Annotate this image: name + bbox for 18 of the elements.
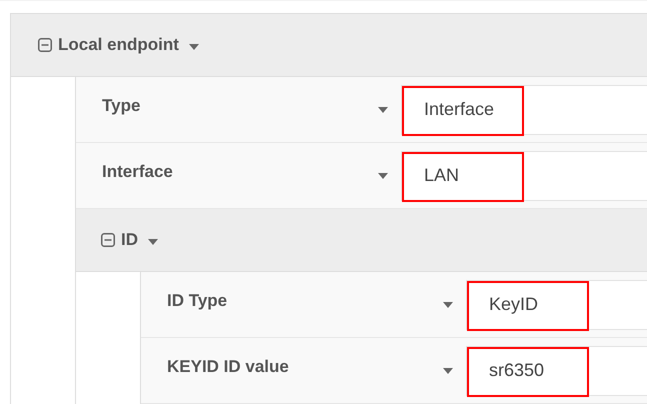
field-label: ID Type — [167, 291, 228, 311]
collapse-icon[interactable] — [38, 38, 52, 52]
input-field[interactable]: Interface — [401, 84, 647, 134]
caret-icon[interactable] — [188, 44, 199, 50]
caret-icon[interactable] — [443, 368, 453, 374]
caret-icon[interactable] — [378, 172, 388, 178]
input-field[interactable]: KeyID — [466, 280, 647, 330]
section-title[interactable]: ID — [121, 230, 138, 250]
field-label: Type — [102, 96, 142, 116]
section-title[interactable]: Local endpoint — [58, 35, 179, 55]
collapse-icon[interactable] — [101, 233, 115, 247]
input-field[interactable]: LAN — [401, 150, 647, 200]
field-label: KEYID ID value — [167, 357, 290, 377]
caret-icon[interactable] — [443, 302, 453, 308]
caret-icon[interactable] — [148, 238, 158, 244]
caret-icon[interactable] — [378, 106, 388, 112]
input-field[interactable]: sr6350 — [466, 346, 647, 396]
field-label: Interface — [102, 162, 174, 182]
